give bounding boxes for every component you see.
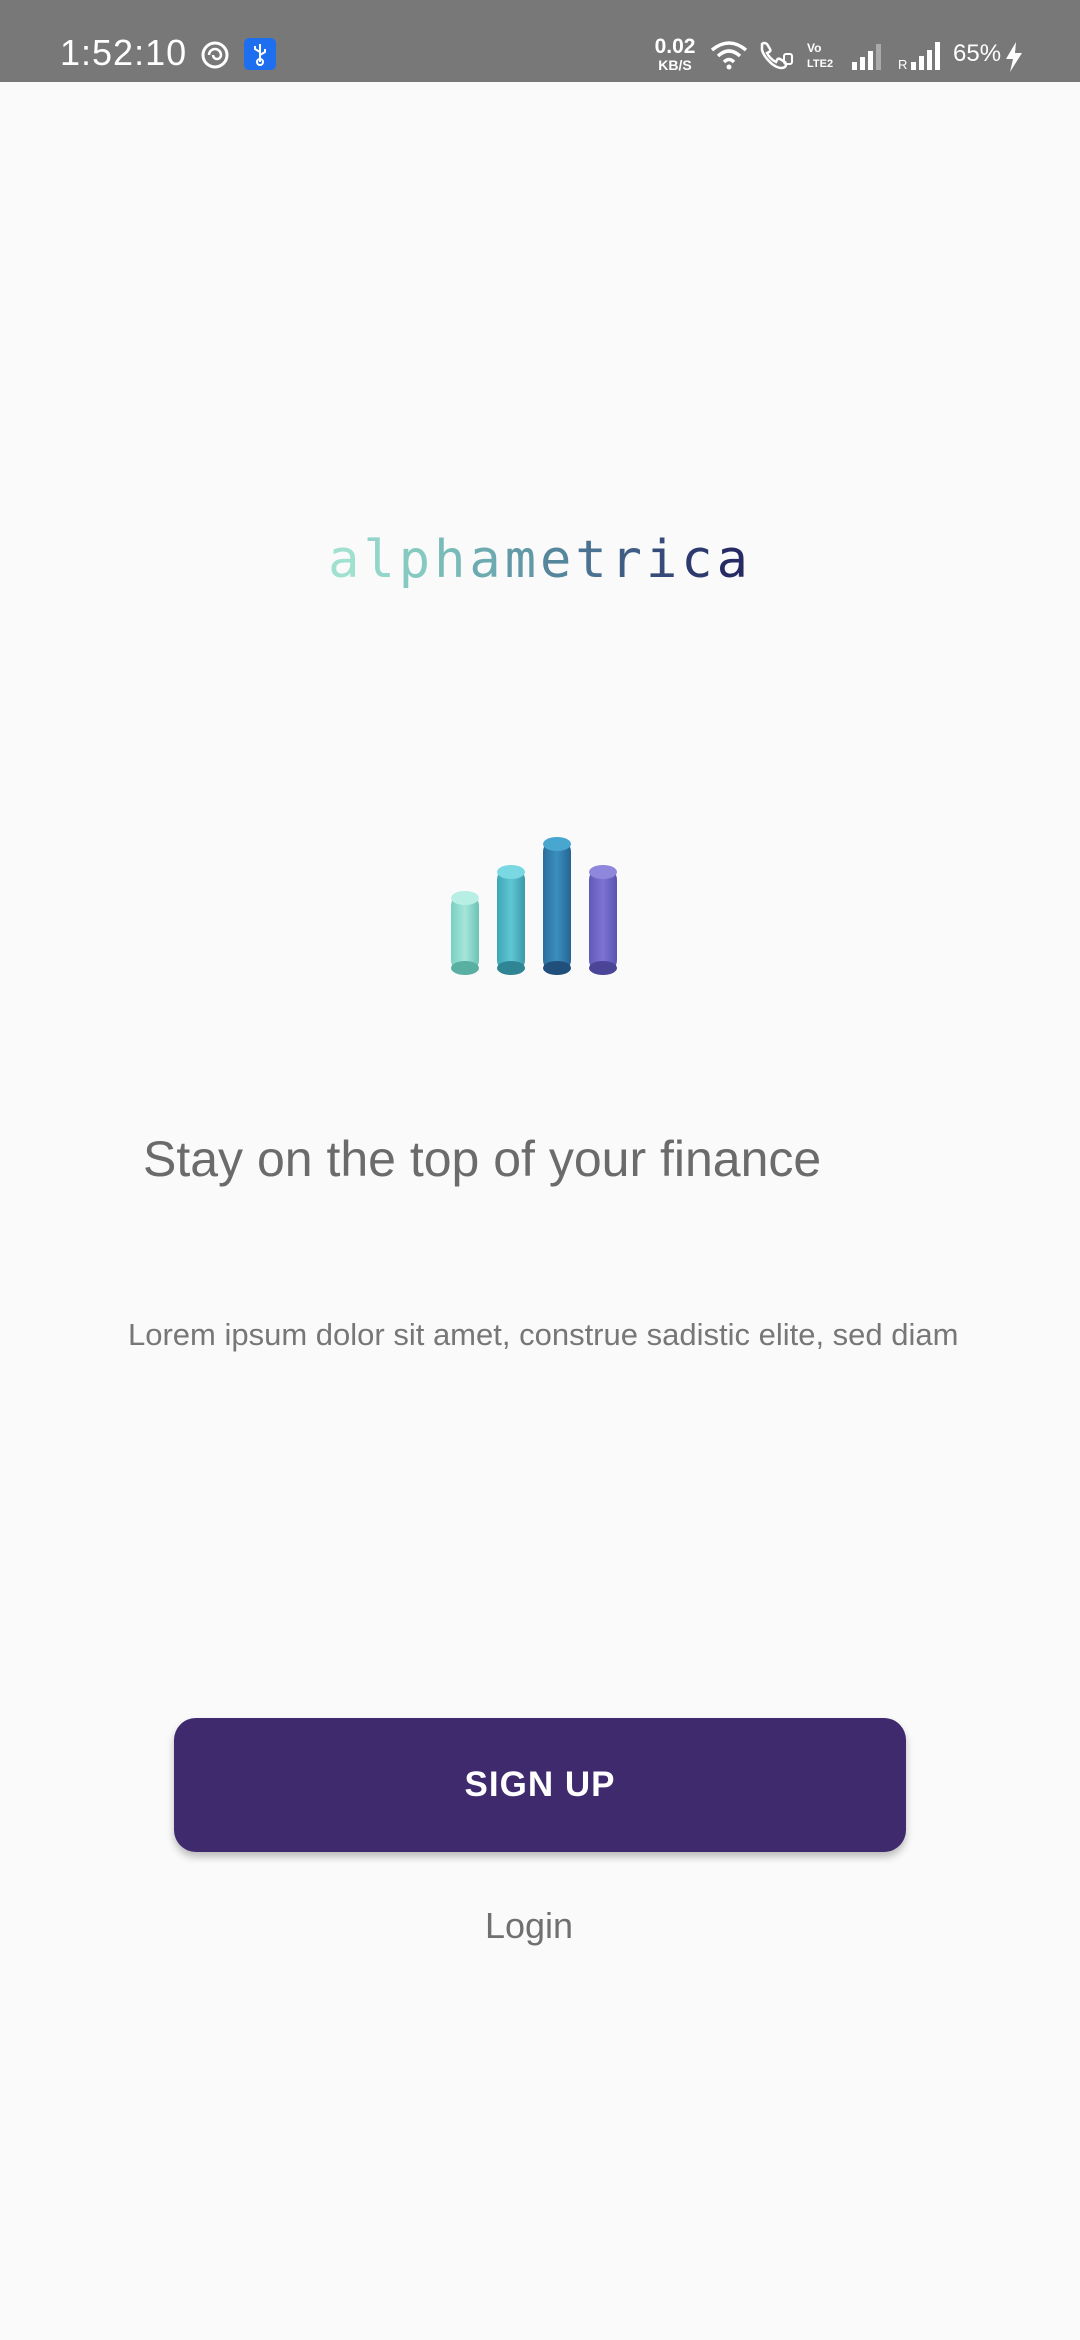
- brand-bars-logo-icon: [440, 828, 640, 993]
- volte-icon: Vo LTE2: [806, 40, 840, 75]
- battery-charging-icon: [1004, 42, 1024, 77]
- logo-letter: a: [469, 530, 505, 590]
- net-speed: 0.02 KB/S: [650, 36, 700, 72]
- logo-letter: a: [328, 530, 364, 590]
- onboarding-screen: 1:52:10 0.02 KB/S Vo LTE2 R 65% alphamet…: [0, 0, 1080, 2340]
- bar-2: [497, 865, 525, 975]
- signal-icon-1: [852, 44, 886, 75]
- bar-1: [451, 891, 479, 975]
- logo-letter: r: [610, 530, 646, 590]
- brand-logo-text: alphametrica: [0, 530, 1080, 590]
- logo-letter: l: [363, 530, 399, 590]
- logo-letter: a: [716, 530, 752, 590]
- logo-letter: i: [645, 530, 682, 590]
- sync-app-icon: [200, 40, 230, 75]
- logo-letter: e: [540, 530, 576, 590]
- wifi-icon: [710, 40, 748, 75]
- signup-button[interactable]: SIGN UP: [174, 1718, 906, 1852]
- status-bar: 1:52:10 0.02 KB/S Vo LTE2 R 65%: [0, 0, 1080, 82]
- wifi-calling-icon: [758, 40, 794, 75]
- svg-text:Vo: Vo: [807, 41, 821, 55]
- logo-letter: p: [398, 530, 435, 590]
- svg-text:R: R: [898, 57, 907, 70]
- roaming-signal-icon: R: [898, 42, 948, 75]
- status-time: 1:52:10: [60, 32, 188, 73]
- subtext: Lorem ipsum dolor sit amet, construe sad…: [128, 1317, 959, 1352]
- svg-text:LTE2: LTE2: [807, 58, 833, 70]
- net-speed-value: 0.02: [654, 35, 696, 58]
- bar-4: [589, 865, 617, 975]
- logo-letter: t: [575, 530, 611, 590]
- net-speed-unit: KB/S: [658, 57, 692, 73]
- logo-letter: c: [681, 530, 717, 590]
- logo-letter: h: [434, 530, 470, 590]
- login-link[interactable]: Login: [0, 1905, 1058, 1947]
- bar-3: [543, 837, 571, 975]
- logo-letter: m: [504, 530, 540, 590]
- usb-icon: [244, 38, 276, 75]
- headline: Stay on the top of your finance: [143, 1131, 822, 1187]
- battery-percent: 65%: [953, 40, 1002, 67]
